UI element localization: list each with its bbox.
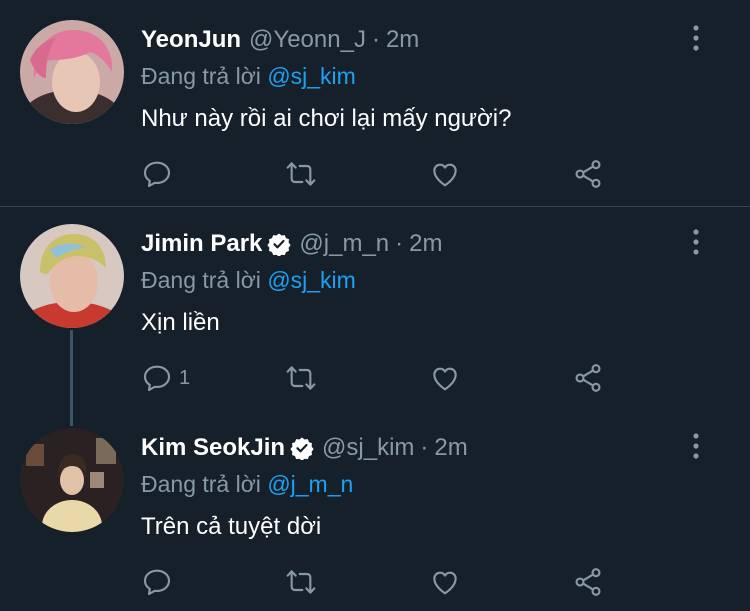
- share-button[interactable]: [572, 154, 604, 194]
- separator-dot: ·: [371, 26, 380, 53]
- reply-icon: [141, 158, 173, 190]
- replying-to: Đang trả lời @sj_kim: [141, 264, 690, 296]
- share-icon: [572, 158, 604, 190]
- avatar[interactable]: [20, 224, 124, 328]
- timestamp[interactable]: 2m: [386, 26, 419, 54]
- more-options-button[interactable]: [684, 18, 708, 58]
- more-icon: [684, 426, 708, 466]
- share-icon: [572, 362, 604, 394]
- reply-icon: [141, 362, 173, 394]
- retweet-icon: [285, 158, 317, 190]
- replying-to: Đang trả lời @j_m_n: [141, 468, 690, 500]
- retweet-icon: [285, 362, 317, 394]
- mention-link[interactable]: @sj_kim: [267, 267, 356, 293]
- tweet[interactable]: Jimin Park @j_m_n · 2m Đang trả lời @sj_…: [0, 207, 750, 411]
- tweet-actions: 1: [141, 358, 621, 398]
- tweet-actions: [141, 154, 621, 194]
- display-name[interactable]: Kim SeokJin: [141, 434, 285, 462]
- timestamp[interactable]: 2m: [434, 434, 467, 462]
- tweet[interactable]: YeonJun @Yeonn_J · 2m Đang trả lời @sj_k…: [0, 0, 750, 205]
- replying-to-label: Đang trả lời: [141, 267, 261, 293]
- like-icon: [429, 566, 461, 598]
- share-button[interactable]: [572, 358, 604, 398]
- more-options-button[interactable]: [684, 222, 708, 262]
- like-icon: [429, 158, 461, 190]
- user-handle[interactable]: @Yeonn_J: [249, 26, 366, 54]
- share-icon: [572, 566, 604, 598]
- display-name[interactable]: Jimin Park: [141, 230, 262, 258]
- user-handle[interactable]: @j_m_n: [299, 230, 389, 258]
- retweet-button[interactable]: [285, 562, 317, 602]
- replying-to: Đang trả lời @sj_kim: [141, 60, 690, 92]
- timestamp[interactable]: 2m: [409, 230, 442, 258]
- like-icon: [429, 362, 461, 394]
- reply-button[interactable]: [141, 562, 179, 602]
- separator-dot: ·: [395, 230, 404, 257]
- mention-link[interactable]: @j_m_n: [267, 471, 353, 497]
- tweet[interactable]: Kim SeokJin @sj_kim · 2m Đang trả lời @j…: [0, 411, 750, 611]
- tweet-actions: [141, 562, 621, 602]
- verified-badge-icon: [267, 232, 291, 256]
- reply-button[interactable]: [141, 154, 179, 194]
- tweet-text: Như này rồi ai chơi lại mấy người?: [141, 105, 512, 132]
- share-button[interactable]: [572, 562, 604, 602]
- more-options-button[interactable]: [684, 426, 708, 466]
- mention-link[interactable]: @sj_kim: [267, 63, 356, 89]
- avatar[interactable]: [20, 428, 124, 532]
- reply-button[interactable]: 1: [141, 358, 190, 398]
- like-button[interactable]: [429, 358, 461, 398]
- retweet-icon: [285, 566, 317, 598]
- replying-to-label: Đang trả lời: [141, 63, 261, 89]
- reply-icon: [141, 566, 173, 598]
- tweet-text: Trên cả tuyệt dời: [141, 513, 322, 540]
- separator-dot: ·: [420, 434, 429, 461]
- avatar[interactable]: [20, 20, 124, 124]
- more-icon: [684, 18, 708, 58]
- display-name[interactable]: YeonJun: [141, 26, 241, 54]
- more-icon: [684, 222, 708, 262]
- tweet-text: Xịn liền: [141, 309, 220, 336]
- like-button[interactable]: [429, 154, 461, 194]
- replying-to-label: Đang trả lời: [141, 471, 261, 497]
- reply-count: 1: [179, 366, 191, 389]
- retweet-button[interactable]: [285, 154, 317, 194]
- like-button[interactable]: [429, 562, 461, 602]
- user-handle[interactable]: @sj_kim: [322, 434, 414, 462]
- retweet-button[interactable]: [285, 358, 317, 398]
- verified-badge-icon: [290, 436, 314, 460]
